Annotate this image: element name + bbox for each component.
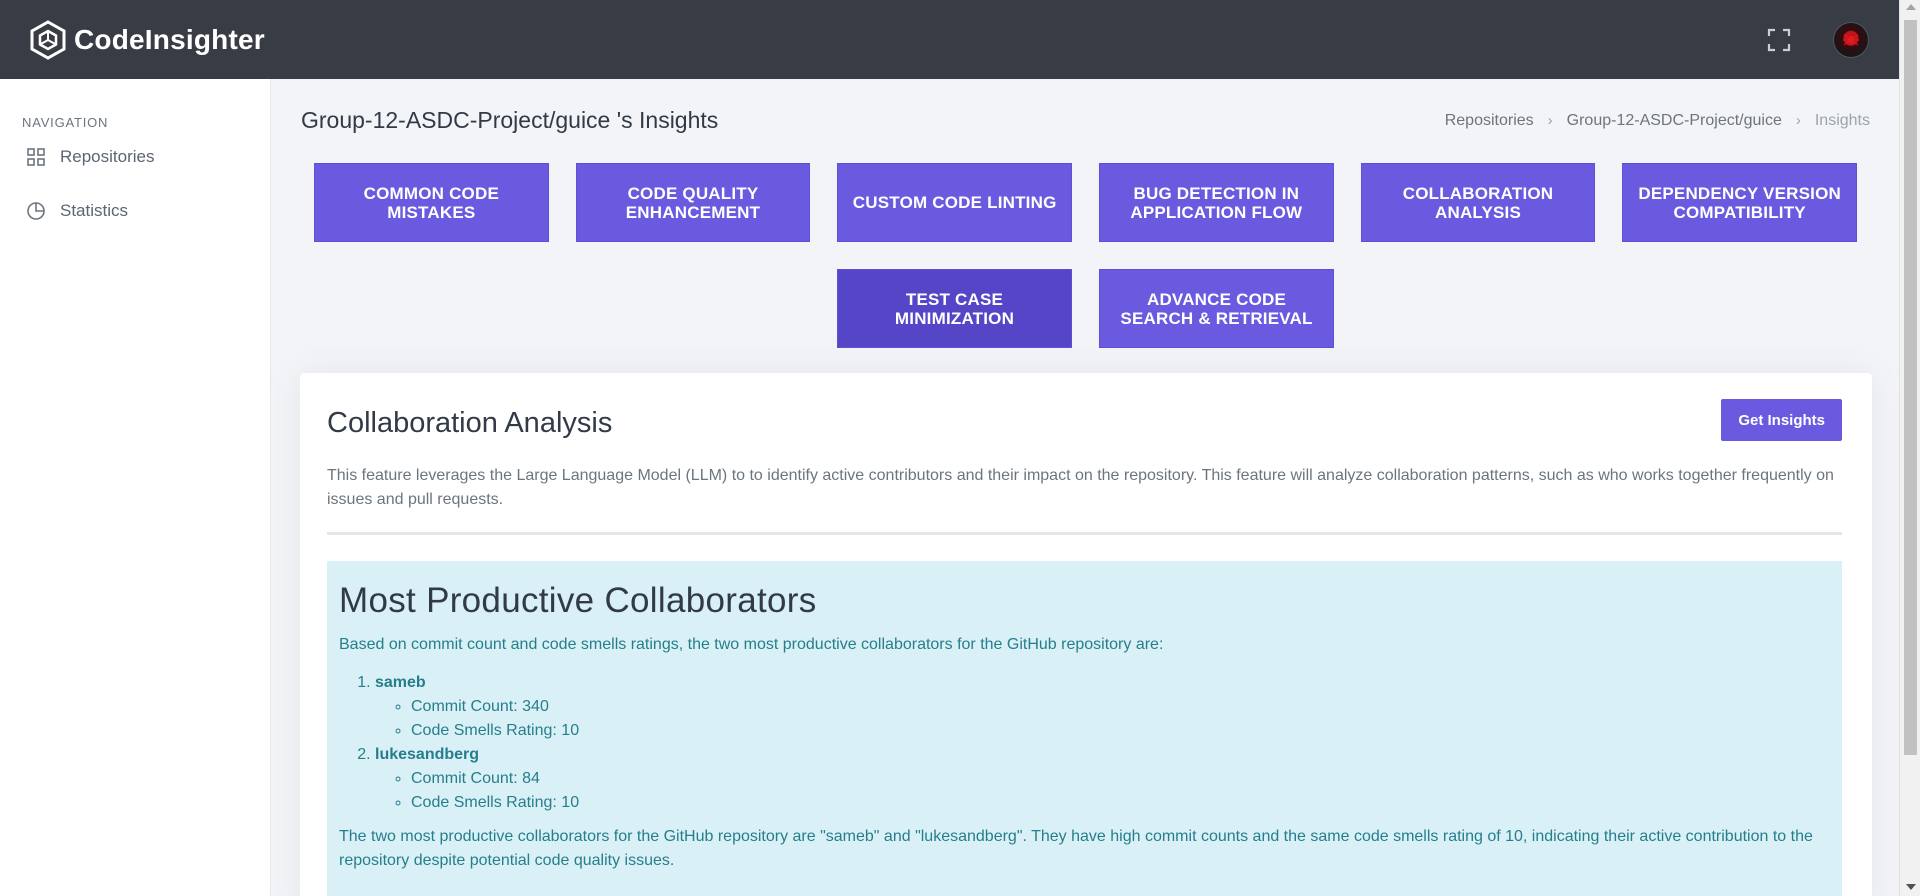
breadcrumb-repositories[interactable]: Repositories xyxy=(1445,112,1534,130)
chevron-right-icon: › xyxy=(1547,112,1553,129)
scroll-down-arrow-icon[interactable] xyxy=(1906,884,1916,890)
collaborator-list: sameb Commit Count: 340 Code Smells Rati… xyxy=(375,671,1830,815)
divider xyxy=(327,532,1842,535)
fullscreen-icon[interactable] xyxy=(1765,26,1793,54)
scroll-up-arrow-icon[interactable] xyxy=(1906,4,1916,10)
feature-row: COMMON CODE MISTAKES CODE QUALITY ENHANC… xyxy=(313,163,1858,242)
feature-custom-code-linting-button[interactable]: CUSTOM CODE LINTING xyxy=(837,163,1072,242)
feature-common-code-mistakes-button[interactable]: COMMON CODE MISTAKES xyxy=(313,163,549,242)
get-insights-button[interactable]: Get Insights xyxy=(1721,399,1842,441)
feature-code-quality-enhancement-button[interactable]: CODE QUALITY ENHANCEMENT xyxy=(575,163,811,242)
sidebar-item-label: Repositories xyxy=(60,147,155,166)
page-title: Group-12-ASDC-Project/guice 's Insights xyxy=(301,107,719,133)
hexagon-logo-icon xyxy=(30,19,66,60)
feature-collaboration-analysis-button[interactable]: COLLABORATION ANALYSIS xyxy=(1360,163,1596,242)
chevron-right-icon: › xyxy=(1795,112,1801,129)
breadcrumb-current: Insights xyxy=(1814,111,1870,129)
sidebar-title: NAVIGATION xyxy=(22,115,109,130)
feature-row: TEST CASE MINIMIZATION ADVANCE CODE SEAR… xyxy=(314,269,1857,348)
card-title: Collaboration Analysis xyxy=(327,407,613,439)
brand-logo[interactable]: CodeInsighter xyxy=(28,19,265,60)
collaborator-name: sameb xyxy=(375,674,426,691)
brand-name: CodeInsighter xyxy=(74,23,265,55)
commit-count: Commit Count: 84 xyxy=(411,767,1830,791)
sidebar-item-statistics[interactable]: Statistics xyxy=(26,184,270,238)
result-heading: Most Productive Collaborators xyxy=(339,581,817,620)
card-description: This feature leverages the Large Languag… xyxy=(327,467,1834,508)
sidebar-item-repositories[interactable]: Repositories xyxy=(26,130,270,184)
result-intro: Based on commit count and code smells ra… xyxy=(339,636,1164,653)
user-avatar[interactable] xyxy=(1833,21,1869,58)
breadcrumb-repository[interactable]: Group-12-ASDC-Project/guice xyxy=(1567,112,1782,130)
page-header: Group-12-ASDC-Project/guice 's Insights … xyxy=(301,107,1870,134)
feature-buttons: COMMON CODE MISTAKES CODE QUALITY ENHANC… xyxy=(313,163,1858,375)
list-item: lukesandberg Commit Count: 84 Code Smell… xyxy=(375,743,1830,815)
result-panel: Most Productive Collaborators Based on c… xyxy=(327,561,1842,896)
code-smells-rating: Code Smells Rating: 10 xyxy=(411,791,1830,815)
scroll-thumb[interactable] xyxy=(1904,20,1917,755)
result-conclusion: The two most productive collaborators fo… xyxy=(339,828,1813,869)
feature-advance-code-search-button[interactable]: ADVANCE CODE SEARCH & RETRIEVAL xyxy=(1099,269,1334,348)
main-content: Group-12-ASDC-Project/guice 's Insights … xyxy=(272,79,1899,896)
insight-card: Collaboration Analysis Get Insights This… xyxy=(300,373,1872,896)
sidebar-item-label: Statistics xyxy=(60,201,129,220)
collaborator-name: lukesandberg xyxy=(375,746,480,763)
spider-avatar-icon xyxy=(1843,34,1859,45)
grid-icon xyxy=(27,148,45,166)
feature-bug-detection-button[interactable]: BUG DETECTION IN APPLICATION FLOW xyxy=(1099,163,1334,242)
sidebar: NAVIGATION Repositories Statistics xyxy=(0,79,271,896)
commit-count: Commit Count: 340 xyxy=(411,695,1830,719)
code-smells-rating: Code Smells Rating: 10 xyxy=(411,719,1830,743)
breadcrumb: Repositories › Group-12-ASDC-Project/gui… xyxy=(1445,112,1870,130)
feature-test-case-minimization-button[interactable]: TEST CASE MINIMIZATION xyxy=(837,269,1072,348)
pie-chart-icon xyxy=(27,202,45,220)
page-scrollbar[interactable] xyxy=(1899,0,1920,896)
top-bar: CodeInsighter xyxy=(0,0,1899,79)
list-item: sameb Commit Count: 340 Code Smells Rati… xyxy=(375,671,1830,743)
feature-dependency-version-button[interactable]: DEPENDENCY VERSION COMPATIBILITY xyxy=(1622,163,1858,242)
